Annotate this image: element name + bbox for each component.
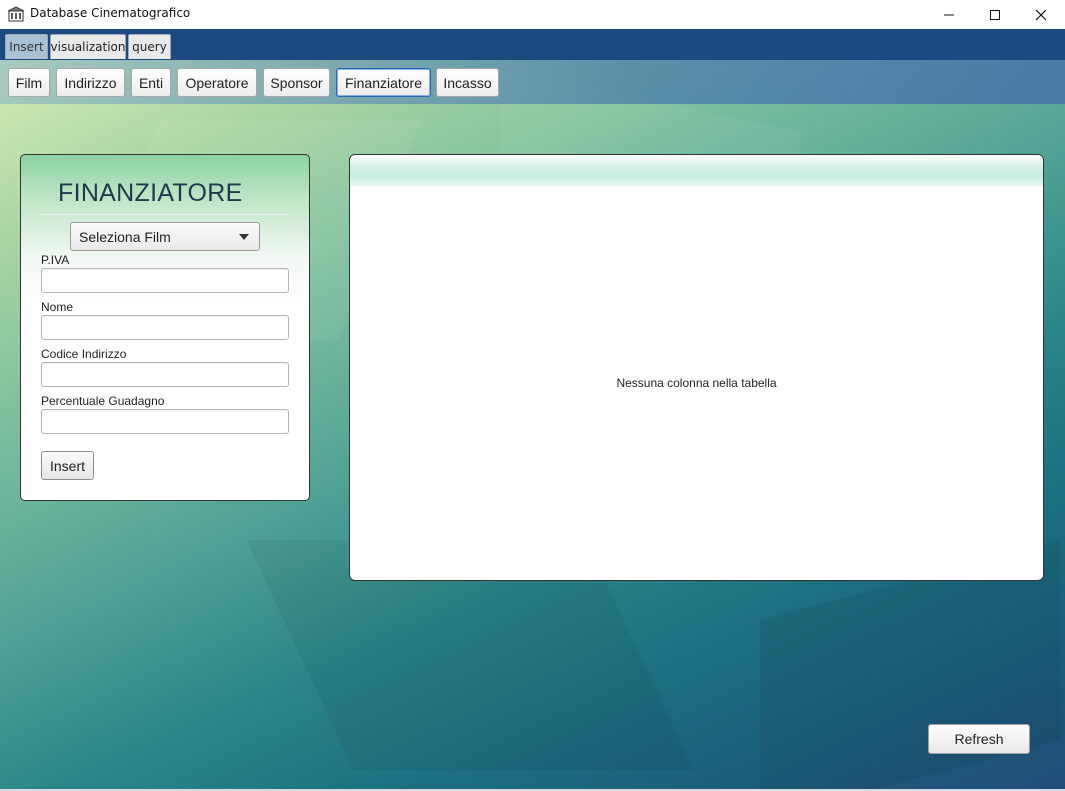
incasso-button[interactable]: Incasso xyxy=(436,68,499,97)
enti-button[interactable]: Enti xyxy=(131,68,171,97)
refresh-button[interactable]: Refresh xyxy=(928,724,1030,754)
piva-label: P.IVA xyxy=(41,253,70,267)
percentuale-guadagno-input[interactable] xyxy=(41,409,289,434)
insert-content: Film Indirizzo Enti Operatore Sponsor Fi… xyxy=(0,60,1065,789)
form-divider xyxy=(40,214,290,215)
form-title: FINANZIATORE xyxy=(58,179,243,207)
close-icon[interactable] xyxy=(1018,0,1064,29)
chevron-down-icon xyxy=(239,234,249,240)
film-select-label: Seleziona Film xyxy=(79,229,171,245)
percentuale-guadagno-label: Percentuale Guadagno xyxy=(41,394,165,408)
piva-input[interactable] xyxy=(41,268,289,293)
table-header xyxy=(350,155,1043,186)
nome-label: Nome xyxy=(41,300,74,314)
film-button[interactable]: Film xyxy=(8,68,50,97)
window-title: Database Cinematografico xyxy=(30,6,191,20)
sponsor-button[interactable]: Sponsor xyxy=(263,68,330,97)
codice-indirizzo-input[interactable] xyxy=(41,362,289,387)
indirizzo-button[interactable]: Indirizzo xyxy=(56,68,125,97)
maximize-icon[interactable] xyxy=(972,0,1018,29)
tab-visualization[interactable]: visualization xyxy=(50,34,126,59)
film-select[interactable]: Seleziona Film xyxy=(70,222,260,251)
building-icon xyxy=(7,6,25,22)
insert-button[interactable]: Insert xyxy=(41,451,94,480)
finanziatore-form-panel: FINANZIATORE Seleziona Film P.IVA Nome C… xyxy=(20,154,310,501)
table-empty-message: Nessuna colonna nella tabella xyxy=(616,376,777,390)
nome-input[interactable] xyxy=(41,315,289,340)
window-titlebar: Database Cinematografico xyxy=(0,0,1065,29)
operatore-button[interactable]: Operatore xyxy=(177,68,257,97)
main-tab-strip: Insert visualization query xyxy=(0,29,1065,60)
data-table[interactable]: Nessuna colonna nella tabella xyxy=(349,154,1044,581)
finanziatore-button[interactable]: Finanziatore xyxy=(336,68,431,97)
codice-indirizzo-label: Codice Indirizzo xyxy=(41,347,127,361)
tab-query[interactable]: query xyxy=(128,34,171,59)
minimize-icon[interactable] xyxy=(926,0,972,29)
tab-insert[interactable]: Insert xyxy=(5,34,48,59)
